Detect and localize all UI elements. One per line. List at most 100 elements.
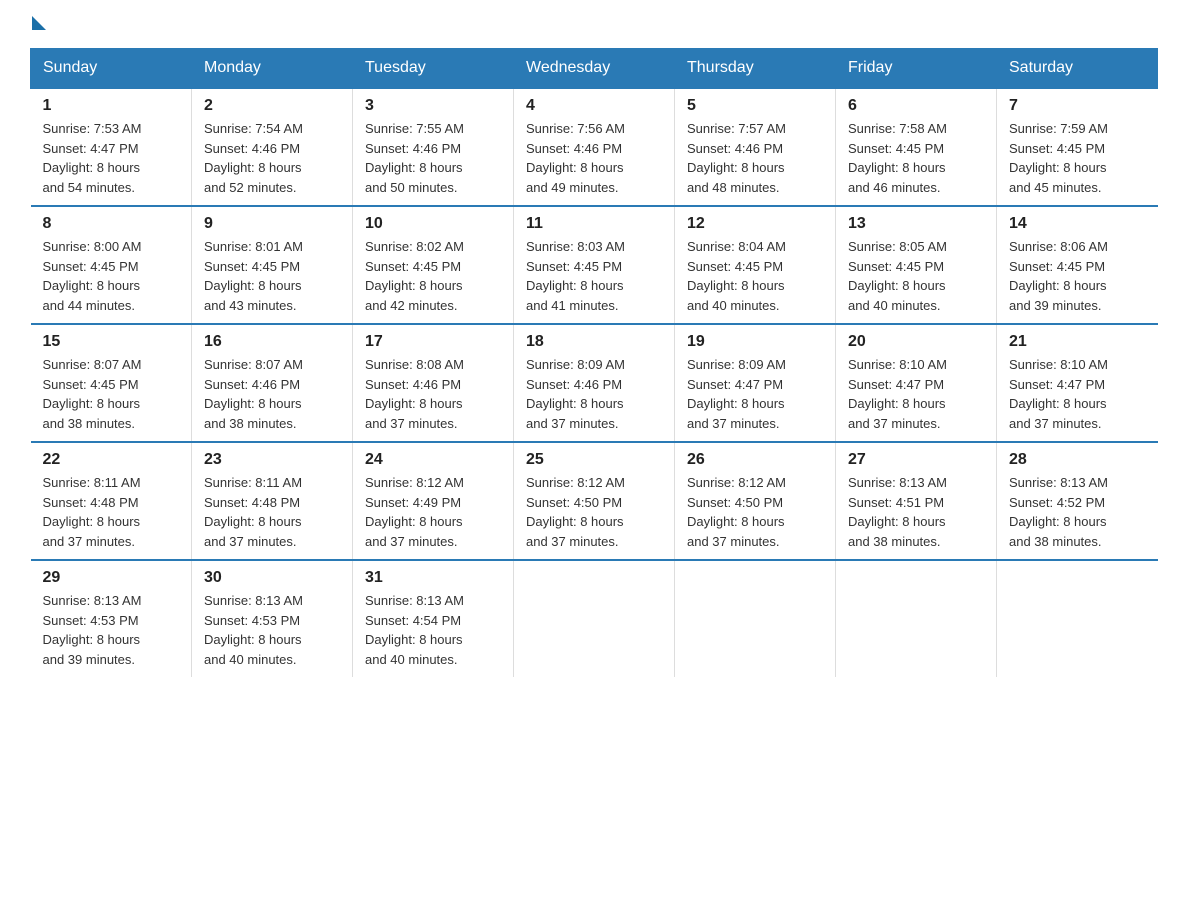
calendar-table: SundayMondayTuesdayWednesdayThursdayFrid… [30,48,1158,677]
day-number: 7 [1009,97,1146,115]
week-row-4: 22 Sunrise: 8:11 AMSunset: 4:48 PMDaylig… [31,442,1158,560]
header-tuesday: Tuesday [353,49,514,89]
day-cell-25: 25 Sunrise: 8:12 AMSunset: 4:50 PMDaylig… [514,442,675,560]
day-cell-21: 21 Sunrise: 8:10 AMSunset: 4:47 PMDaylig… [997,324,1158,442]
day-info: Sunrise: 8:01 AMSunset: 4:45 PMDaylight:… [204,237,340,315]
day-number: 10 [365,215,501,233]
day-info: Sunrise: 7:56 AMSunset: 4:46 PMDaylight:… [526,119,662,197]
day-info: Sunrise: 7:58 AMSunset: 4:45 PMDaylight:… [848,119,984,197]
day-info: Sunrise: 8:13 AMSunset: 4:53 PMDaylight:… [43,591,180,669]
day-cell-9: 9 Sunrise: 8:01 AMSunset: 4:45 PMDayligh… [192,206,353,324]
day-info: Sunrise: 8:10 AMSunset: 4:47 PMDaylight:… [848,355,984,433]
day-info: Sunrise: 8:12 AMSunset: 4:50 PMDaylight:… [526,473,662,551]
day-cell-22: 22 Sunrise: 8:11 AMSunset: 4:48 PMDaylig… [31,442,192,560]
day-number: 25 [526,451,662,469]
day-number: 8 [43,215,180,233]
day-cell-28: 28 Sunrise: 8:13 AMSunset: 4:52 PMDaylig… [997,442,1158,560]
day-cell-30: 30 Sunrise: 8:13 AMSunset: 4:53 PMDaylig… [192,560,353,677]
day-cell-1: 1 Sunrise: 7:53 AMSunset: 4:47 PMDayligh… [31,88,192,206]
day-info: Sunrise: 8:12 AMSunset: 4:49 PMDaylight:… [365,473,501,551]
day-cell-12: 12 Sunrise: 8:04 AMSunset: 4:45 PMDaylig… [675,206,836,324]
week-row-3: 15 Sunrise: 8:07 AMSunset: 4:45 PMDaylig… [31,324,1158,442]
logo [30,20,46,28]
day-number: 5 [687,97,823,115]
day-info: Sunrise: 8:13 AMSunset: 4:52 PMDaylight:… [1009,473,1146,551]
day-cell-18: 18 Sunrise: 8:09 AMSunset: 4:46 PMDaylig… [514,324,675,442]
week-row-2: 8 Sunrise: 8:00 AMSunset: 4:45 PMDayligh… [31,206,1158,324]
logo-text [30,20,46,30]
day-info: Sunrise: 8:08 AMSunset: 4:46 PMDaylight:… [365,355,501,433]
day-info: Sunrise: 8:10 AMSunset: 4:47 PMDaylight:… [1009,355,1146,433]
header-friday: Friday [836,49,997,89]
day-cell-empty [836,560,997,677]
day-cell-11: 11 Sunrise: 8:03 AMSunset: 4:45 PMDaylig… [514,206,675,324]
day-number: 31 [365,569,501,587]
day-cell-empty [675,560,836,677]
day-info: Sunrise: 8:09 AMSunset: 4:47 PMDaylight:… [687,355,823,433]
day-number: 21 [1009,333,1146,351]
day-info: Sunrise: 7:57 AMSunset: 4:46 PMDaylight:… [687,119,823,197]
day-cell-empty [997,560,1158,677]
day-cell-24: 24 Sunrise: 8:12 AMSunset: 4:49 PMDaylig… [353,442,514,560]
day-info: Sunrise: 8:11 AMSunset: 4:48 PMDaylight:… [204,473,340,551]
day-cell-14: 14 Sunrise: 8:06 AMSunset: 4:45 PMDaylig… [997,206,1158,324]
day-info: Sunrise: 8:07 AMSunset: 4:45 PMDaylight:… [43,355,180,433]
day-cell-3: 3 Sunrise: 7:55 AMSunset: 4:46 PMDayligh… [353,88,514,206]
day-info: Sunrise: 8:05 AMSunset: 4:45 PMDaylight:… [848,237,984,315]
day-number: 26 [687,451,823,469]
day-number: 3 [365,97,501,115]
day-info: Sunrise: 8:12 AMSunset: 4:50 PMDaylight:… [687,473,823,551]
day-cell-17: 17 Sunrise: 8:08 AMSunset: 4:46 PMDaylig… [353,324,514,442]
day-info: Sunrise: 8:07 AMSunset: 4:46 PMDaylight:… [204,355,340,433]
day-cell-31: 31 Sunrise: 8:13 AMSunset: 4:54 PMDaylig… [353,560,514,677]
logo-arrow-icon [32,16,46,30]
day-number: 27 [848,451,984,469]
day-number: 2 [204,97,340,115]
day-cell-20: 20 Sunrise: 8:10 AMSunset: 4:47 PMDaylig… [836,324,997,442]
day-number: 19 [687,333,823,351]
day-number: 20 [848,333,984,351]
day-number: 17 [365,333,501,351]
day-info: Sunrise: 8:13 AMSunset: 4:53 PMDaylight:… [204,591,340,669]
calendar-header-row: SundayMondayTuesdayWednesdayThursdayFrid… [31,49,1158,89]
day-cell-5: 5 Sunrise: 7:57 AMSunset: 4:46 PMDayligh… [675,88,836,206]
header-wednesday: Wednesday [514,49,675,89]
header-saturday: Saturday [997,49,1158,89]
week-row-5: 29 Sunrise: 8:13 AMSunset: 4:53 PMDaylig… [31,560,1158,677]
day-number: 1 [43,97,180,115]
day-cell-8: 8 Sunrise: 8:00 AMSunset: 4:45 PMDayligh… [31,206,192,324]
day-cell-2: 2 Sunrise: 7:54 AMSunset: 4:46 PMDayligh… [192,88,353,206]
day-info: Sunrise: 7:59 AMSunset: 4:45 PMDaylight:… [1009,119,1146,197]
day-info: Sunrise: 8:04 AMSunset: 4:45 PMDaylight:… [687,237,823,315]
day-info: Sunrise: 8:11 AMSunset: 4:48 PMDaylight:… [43,473,180,551]
day-info: Sunrise: 8:13 AMSunset: 4:54 PMDaylight:… [365,591,501,669]
day-number: 12 [687,215,823,233]
week-row-1: 1 Sunrise: 7:53 AMSunset: 4:47 PMDayligh… [31,88,1158,206]
page-header [30,20,1158,28]
header-thursday: Thursday [675,49,836,89]
day-info: Sunrise: 8:09 AMSunset: 4:46 PMDaylight:… [526,355,662,433]
day-info: Sunrise: 7:53 AMSunset: 4:47 PMDaylight:… [43,119,180,197]
day-info: Sunrise: 8:00 AMSunset: 4:45 PMDaylight:… [43,237,180,315]
day-number: 18 [526,333,662,351]
day-number: 30 [204,569,340,587]
day-cell-empty [514,560,675,677]
day-cell-19: 19 Sunrise: 8:09 AMSunset: 4:47 PMDaylig… [675,324,836,442]
day-cell-16: 16 Sunrise: 8:07 AMSunset: 4:46 PMDaylig… [192,324,353,442]
day-cell-26: 26 Sunrise: 8:12 AMSunset: 4:50 PMDaylig… [675,442,836,560]
day-number: 14 [1009,215,1146,233]
day-info: Sunrise: 8:06 AMSunset: 4:45 PMDaylight:… [1009,237,1146,315]
day-cell-4: 4 Sunrise: 7:56 AMSunset: 4:46 PMDayligh… [514,88,675,206]
day-number: 24 [365,451,501,469]
day-cell-29: 29 Sunrise: 8:13 AMSunset: 4:53 PMDaylig… [31,560,192,677]
day-cell-13: 13 Sunrise: 8:05 AMSunset: 4:45 PMDaylig… [836,206,997,324]
day-number: 23 [204,451,340,469]
day-cell-27: 27 Sunrise: 8:13 AMSunset: 4:51 PMDaylig… [836,442,997,560]
day-info: Sunrise: 7:55 AMSunset: 4:46 PMDaylight:… [365,119,501,197]
day-number: 16 [204,333,340,351]
day-info: Sunrise: 7:54 AMSunset: 4:46 PMDaylight:… [204,119,340,197]
day-number: 9 [204,215,340,233]
day-number: 6 [848,97,984,115]
day-info: Sunrise: 8:13 AMSunset: 4:51 PMDaylight:… [848,473,984,551]
day-cell-7: 7 Sunrise: 7:59 AMSunset: 4:45 PMDayligh… [997,88,1158,206]
